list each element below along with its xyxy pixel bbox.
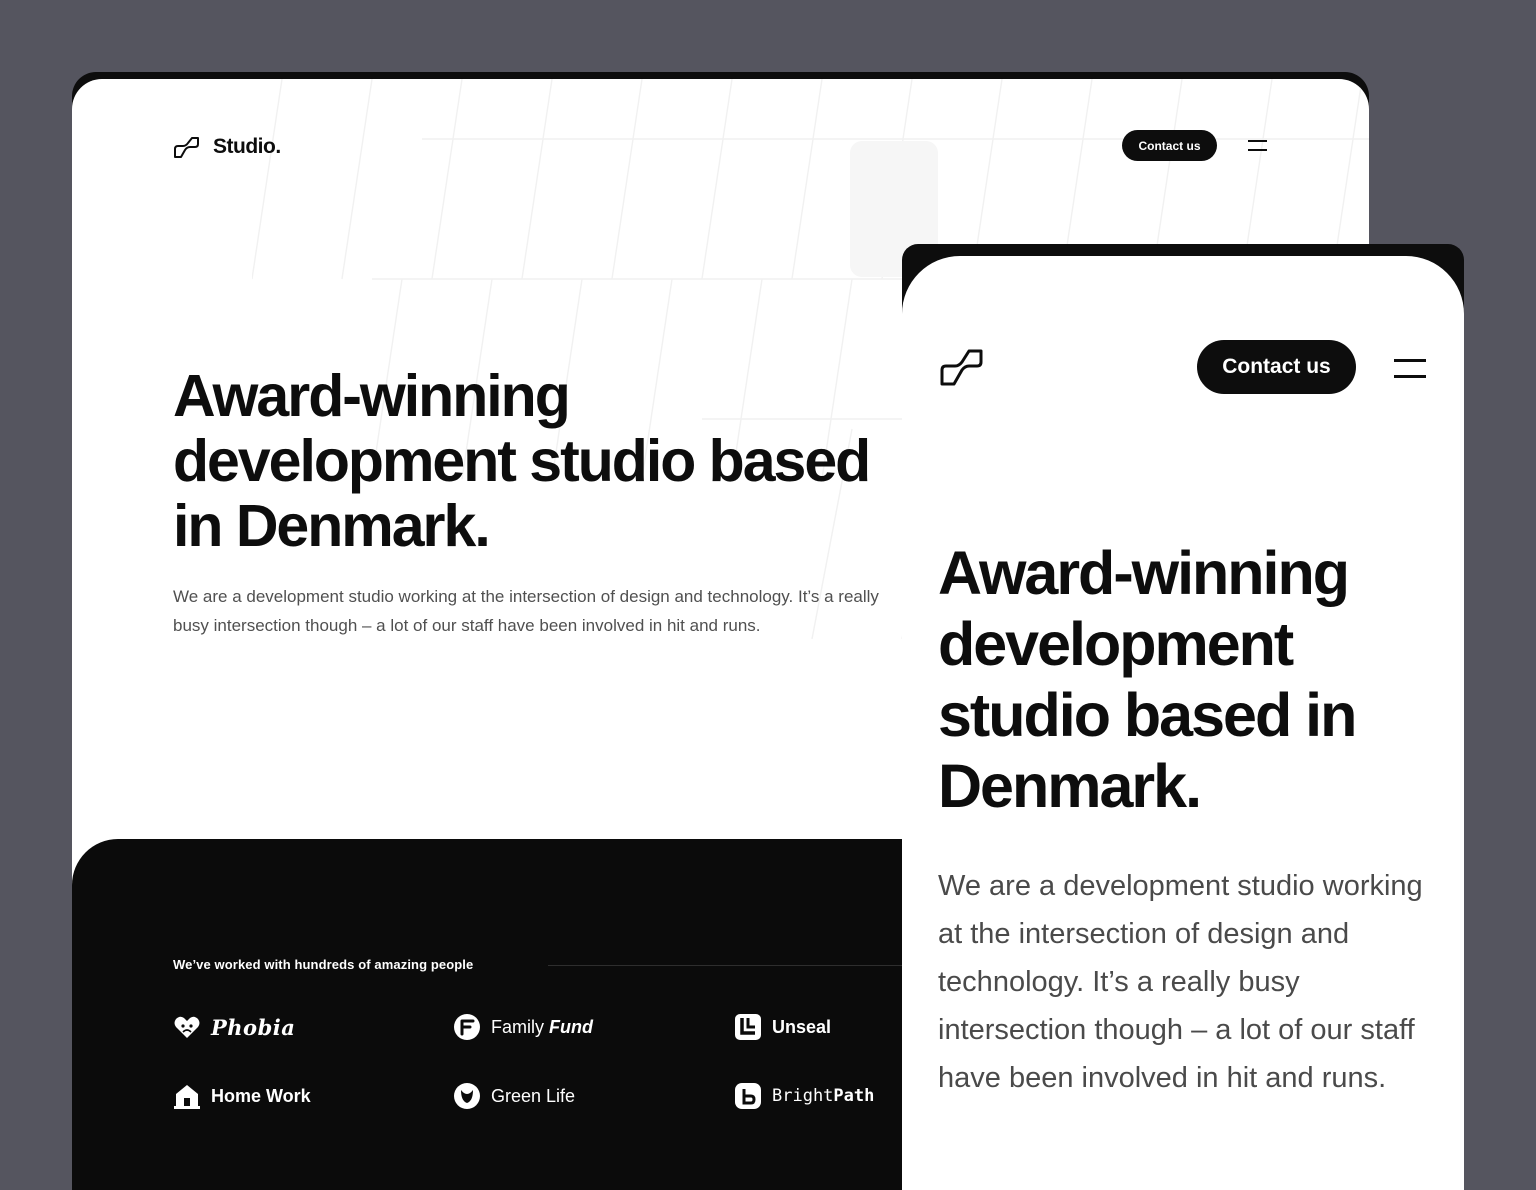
- client-logo-family-fund: Family Fund: [453, 1013, 593, 1041]
- client-logo-brightpath: BrightPath: [734, 1082, 874, 1110]
- client-logo-green-life: Green Life: [453, 1082, 575, 1110]
- bp-square-icon: [734, 1082, 762, 1110]
- contact-us-button[interactable]: Contact us: [1122, 130, 1217, 161]
- client-name: Family Fund: [491, 1017, 593, 1038]
- hero-headline: Award-winning development studio based i…: [938, 539, 1357, 820]
- client-name: Home Work: [211, 1085, 311, 1106]
- heart-face-icon: [173, 1013, 201, 1041]
- client-name: BrightPath: [772, 1086, 874, 1106]
- studio-wave-logo-icon[interactable]: [940, 348, 984, 386]
- client-name: Unseal: [772, 1016, 832, 1037]
- site-logo[interactable]: Studio.: [173, 135, 281, 159]
- client-logo-unseal: Unseal: [734, 1013, 831, 1041]
- hamburger-menu-icon[interactable]: [1248, 139, 1267, 153]
- mobile-screen: Contact us Award-winning development stu…: [902, 256, 1464, 1190]
- client-name: Phobia: [211, 1014, 296, 1040]
- hamburger-menu-icon[interactable]: [1394, 357, 1426, 379]
- hero-headline: Award-winning development studio based i…: [173, 363, 871, 559]
- client-logo-phobia: Phobia: [173, 1013, 295, 1041]
- client-name-prefix: Bright: [772, 1086, 834, 1106]
- client-logo-home-work: Home Work: [173, 1082, 311, 1110]
- clients-heading: We’ve worked with hundreds of amazing pe…: [173, 957, 474, 972]
- studio-wave-logo-icon: [174, 137, 199, 158]
- hero-description: We are a development studio working at t…: [173, 587, 879, 635]
- mobile-mockup: Contact us Award-winning development stu…: [902, 244, 1464, 1190]
- client-name-suffix: Fund: [549, 1016, 593, 1037]
- unseal-square-icon: [734, 1013, 762, 1041]
- client-name-suffix: Path: [833, 1086, 875, 1106]
- divider: [548, 965, 908, 966]
- client-name: Green Life: [491, 1085, 576, 1106]
- logo-text: Studio.: [213, 135, 281, 158]
- client-name-prefix: Family: [491, 1016, 544, 1037]
- hero-description: We are a development studio working at t…: [938, 870, 1423, 1094]
- f-circle-icon: [453, 1013, 481, 1041]
- leaf-circle-icon: [453, 1082, 481, 1110]
- contact-us-button[interactable]: Contact us: [1197, 340, 1356, 394]
- house-icon: [173, 1082, 201, 1110]
